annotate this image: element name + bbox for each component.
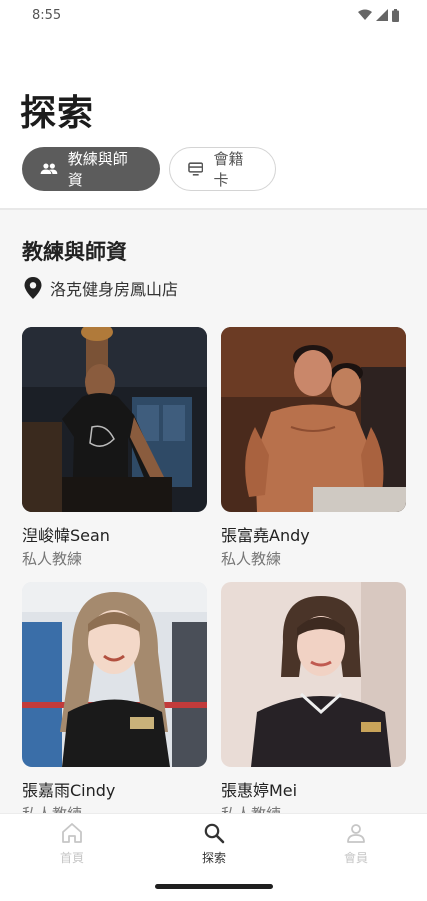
battery-icon [392,8,399,22]
nav-explore[interactable]: 探索 [174,822,254,866]
page-title: 探索 [20,93,95,134]
nav-home-label: 首頁 [59,851,84,865]
section-title: 教練與師資 [22,240,127,264]
coach-card[interactable]: 張嘉雨Cindy 私人教練 [22,582,207,824]
coach-photo [221,327,406,512]
location-pin-icon [24,277,42,299]
search-icon [204,823,225,844]
coach-name: 張嘉雨Cindy [22,781,116,800]
coach-photo [221,582,406,767]
coach-name: 張富堯Andy [221,526,310,545]
chip-coaches-label: 教練與師資 [67,150,128,189]
chip-coaches[interactable]: 教練與師資 [22,147,160,191]
nav-member-label: 會員 [343,851,368,865]
card-icon [188,162,204,176]
chip-membership[interactable]: 會籍卡 [169,147,276,191]
coach-photo [22,582,207,767]
coach-name: 張惠婷Mei [221,781,298,800]
wifi-icon [358,9,372,20]
status-bar: 8:55 [0,0,427,30]
coach-card[interactable]: 湼峻幃Sean 私人教練 [22,327,207,569]
status-time: 8:55 [32,7,62,23]
coach-photo [22,327,207,512]
nav-explore-label: 探索 [201,851,226,865]
header-divider [0,208,427,210]
coach-name: 湼峻幃Sean [22,526,110,545]
location-row: 洛克健身房鳳山店 [24,276,178,300]
nav-member[interactable]: 會員 [316,822,396,866]
signal-icon [376,9,388,21]
people-icon [40,163,58,174]
status-icons [358,8,399,22]
header: 探索 教練與師資 會籍卡 [0,30,427,208]
coach-role: 私人教練 [22,550,83,568]
coach-card[interactable]: 張富堯Andy 私人教練 [221,327,406,569]
location-label: 洛克健身房鳳山店 [50,280,179,299]
coach-card[interactable]: 張惠婷Mei 私人教練 [221,582,406,824]
chip-membership-label: 會籍卡 [213,150,244,189]
chip-group: 教練與師資 會籍卡 [22,147,276,191]
gesture-bar[interactable] [155,884,273,889]
coach-role: 私人教練 [221,550,282,568]
person-icon [347,824,365,843]
nav-home[interactable]: 首頁 [32,822,112,866]
home-icon [62,823,82,843]
